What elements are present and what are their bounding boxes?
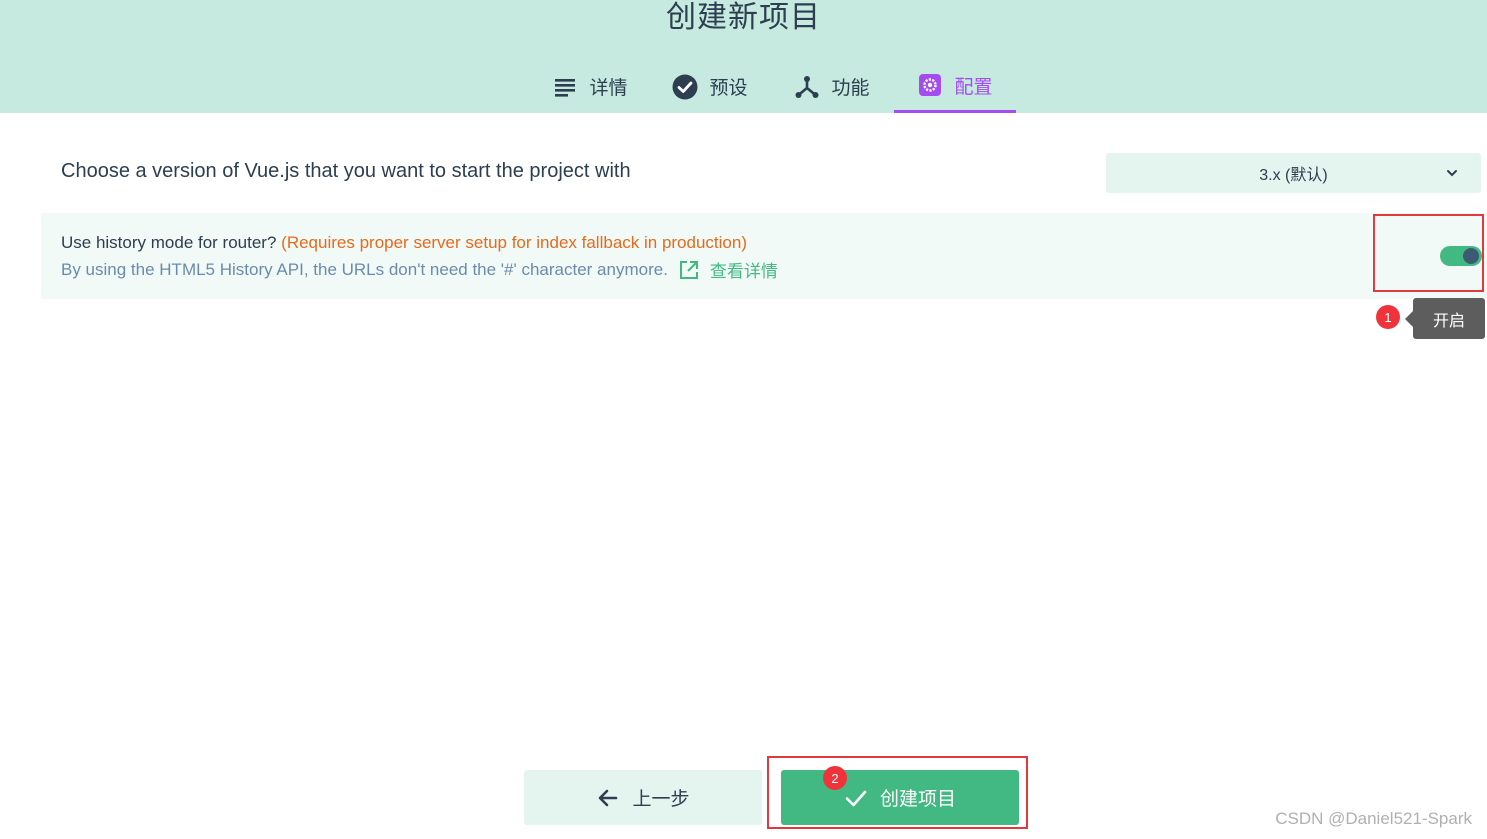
list-icon — [552, 74, 578, 100]
tab-details-label: 详情 — [589, 77, 628, 99]
check-circle-icon — [672, 74, 698, 100]
gear-icon — [917, 72, 943, 98]
history-mode-desc-text: By using the HTML5 History API, the URLs… — [61, 259, 668, 279]
check-icon — [844, 786, 868, 810]
previous-step-label: 上一步 — [632, 788, 690, 810]
history-mode-toggle[interactable] — [1440, 246, 1482, 266]
header: 创建新项目 详情 预设 功能 配置 — [0, 0, 1487, 113]
history-mode-description: By using the HTML5 History API, the URLs… — [61, 257, 778, 283]
vue-version-row: Choose a version of Vue.js that you want… — [41, 150, 1487, 196]
tab-features[interactable]: 功能 — [782, 60, 882, 113]
fork-icon — [794, 74, 820, 100]
arrow-left-icon — [596, 786, 620, 810]
create-project-button[interactable]: 创建项目 — [781, 770, 1019, 825]
annotation-badge-2: 2 — [823, 766, 847, 790]
step-tabs: 详情 预设 功能 配置 — [0, 60, 1487, 113]
app-root: 创建新项目 详情 预设 功能 配置 Choose a version of Vu… — [0, 0, 1487, 839]
history-mode-label: Use history mode for router? (Requires p… — [61, 233, 747, 253]
toggle-knob — [1463, 248, 1479, 264]
vue-version-value: 3.x (默认) — [1259, 167, 1328, 184]
tab-features-label: 功能 — [831, 77, 870, 99]
history-mode-warning: (Requires proper server setup for index … — [281, 233, 747, 252]
history-mode-question: Use history mode for router? — [61, 233, 277, 252]
chevron-down-icon — [1443, 164, 1461, 182]
tab-details[interactable]: 详情 — [540, 60, 640, 113]
tab-config-label: 配置 — [954, 75, 993, 98]
annotation-badge-1: 1 — [1376, 305, 1400, 329]
tab-presets[interactable]: 预设 — [660, 60, 760, 113]
vue-version-label: Choose a version of Vue.js that you want… — [61, 160, 631, 182]
watermark: CSDN @Daniel521-Spark — [1275, 809, 1472, 828]
create-project-label: 创建项目 — [879, 788, 956, 810]
tab-config[interactable]: 配置 — [894, 60, 1016, 113]
more-info-link[interactable]: 查看详情 — [710, 257, 778, 282]
tab-presets-label: 预设 — [709, 77, 748, 99]
toggle-tooltip: 开启 — [1405, 298, 1485, 339]
vue-version-select[interactable]: 3.x (默认) — [1106, 153, 1481, 193]
page-title: 创建新项目 — [666, 0, 821, 35]
previous-step-button[interactable]: 上一步 — [524, 770, 762, 825]
history-mode-row: Use history mode for router? (Requires p… — [41, 213, 1487, 299]
external-link-icon[interactable] — [678, 259, 700, 281]
